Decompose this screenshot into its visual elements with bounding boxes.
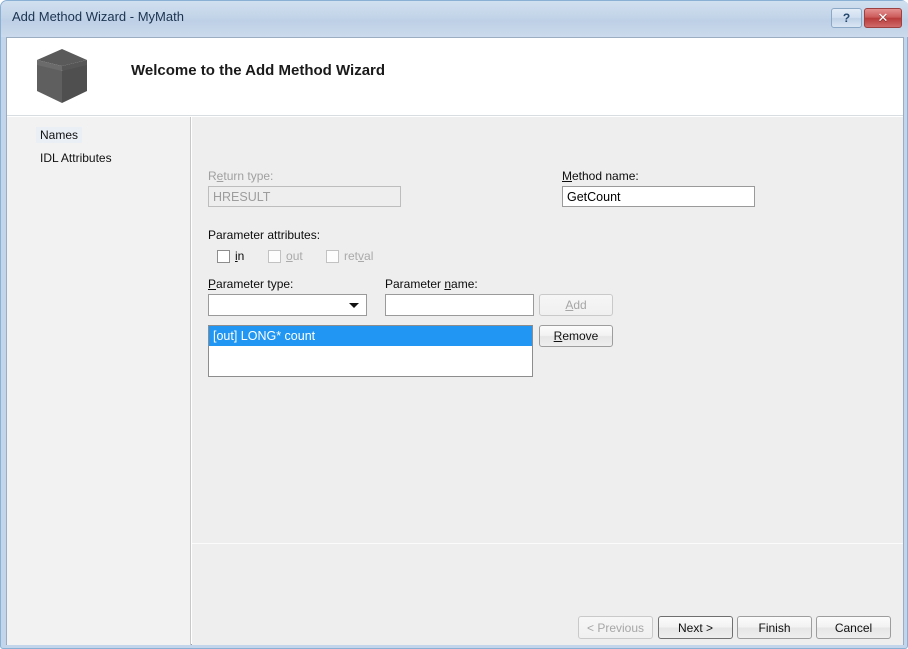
checkbox-in-label-tail: n [237, 249, 245, 263]
return-type-label: Return type: [208, 169, 274, 183]
header-banner: Welcome to the Add Method Wizard [7, 38, 903, 116]
checkbox-out-label: out [286, 249, 303, 263]
add-button: Add [539, 294, 613, 316]
window-title: Add Method Wizard - MyMath [12, 9, 184, 24]
parameter-listbox[interactable]: [out] LONG* count [208, 325, 533, 377]
sidebar-item-idl-attributes[interactable]: IDL Attributes [36, 150, 116, 166]
parameter-name-label-head: Parameter [385, 277, 445, 291]
remove-button[interactable]: Remove [539, 325, 613, 347]
checkbox-in-label: in [235, 249, 244, 263]
method-name-accel: M [562, 169, 572, 183]
method-name-label-tail: ethod name: [572, 169, 639, 183]
method-name-input[interactable] [562, 186, 755, 207]
checkbox-retval-label: retval [344, 249, 373, 263]
remove-button-accel: R [553, 329, 563, 343]
next-button-label: Next > [677, 620, 713, 635]
parameter-name-input[interactable] [385, 294, 534, 316]
chevron-down-icon[interactable] [349, 303, 359, 308]
list-item[interactable]: [out] LONG* count [209, 326, 532, 346]
checkbox-out-box [268, 249, 281, 263]
page-title: Welcome to the Add Method Wizard [131, 62, 386, 79]
finish-button-label: Finish [758, 620, 791, 635]
remove-button-label: Remove [554, 329, 599, 343]
return-type-input [208, 186, 401, 207]
checkbox-retval: retval [326, 249, 373, 263]
method-name-label: Method name: [562, 169, 639, 183]
title-bar: Add Method Wizard - MyMath ? ✕ [1, 1, 908, 37]
checkbox-retval-box [326, 249, 339, 263]
finish-button[interactable]: Finish [737, 616, 812, 639]
add-button-label: Add [565, 298, 586, 312]
remove-button-label-tail: emove [562, 329, 599, 343]
close-icon: ✕ [877, 10, 889, 26]
parameter-type-label: Parameter type: [208, 277, 293, 291]
checkbox-in[interactable]: in [217, 249, 244, 263]
checkbox-out: out [268, 249, 303, 263]
parameter-name-label: Parameter name: [385, 277, 478, 291]
wizard-window: Add Method Wizard - MyMath ? ✕ Welcome t… [0, 0, 908, 649]
client-area: Welcome to the Add Method Wizard Names I… [6, 37, 904, 645]
checkbox-retval-label-tail: al [364, 249, 374, 263]
wizard-footer: < Previous Next > Finish Cancel [192, 544, 903, 645]
wizard-main-panel: Return type: Method name: Parameter attr… [192, 117, 903, 645]
parameter-type-label-tail: arameter type: [216, 277, 294, 291]
parameter-type-accel: P [208, 277, 217, 291]
previous-button: < Previous [578, 616, 653, 639]
cancel-button-label: Cancel [834, 620, 873, 635]
checkbox-in-box[interactable] [217, 249, 230, 263]
checkbox-out-accel: o [286, 249, 293, 263]
checkbox-out-label-tail: ut [292, 249, 303, 263]
question-mark-icon: ? [842, 11, 851, 25]
parameter-type-combobox[interactable] [208, 294, 367, 316]
cancel-button[interactable]: Cancel [816, 616, 891, 639]
add-button-label-tail: dd [573, 298, 587, 312]
close-button[interactable]: ✕ [864, 8, 902, 28]
sidebar-item-names[interactable]: Names [36, 127, 83, 143]
wizard-sidebar: Names IDL Attributes [7, 117, 191, 645]
return-type-label-tail: turn type: [223, 169, 274, 183]
parameter-name-label-tail: ame: [451, 277, 478, 291]
cube-icon [37, 49, 87, 103]
next-button[interactable]: Next > [658, 616, 733, 639]
parameter-attributes-label: Parameter attributes: [208, 228, 321, 242]
help-button[interactable]: ? [831, 8, 862, 28]
previous-button-label: < Previous [586, 620, 645, 635]
checkbox-retval-label-head: ret [344, 249, 359, 263]
